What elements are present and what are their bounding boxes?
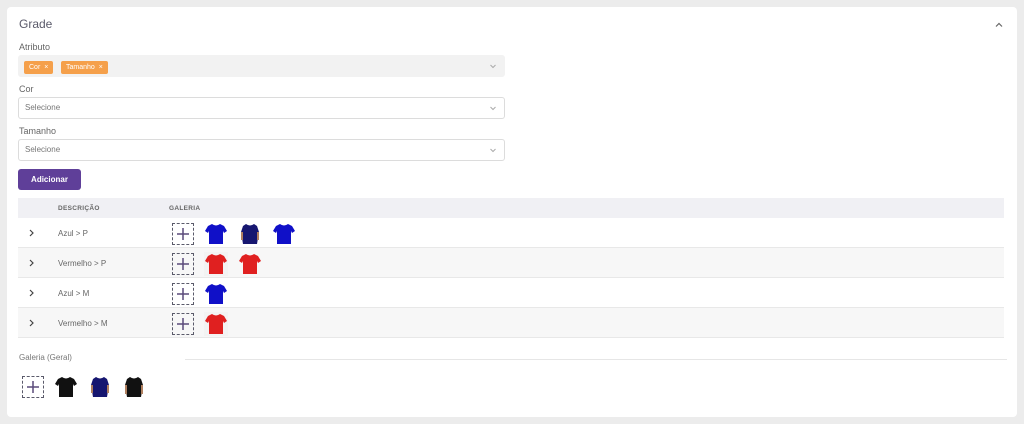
red-shirt-image[interactable] — [238, 252, 262, 276]
tag-tamanho: Tamanho × — [61, 61, 108, 74]
table-row: Azul > P — [18, 218, 1004, 248]
table-row: Vermelho > P — [18, 248, 1004, 278]
plus-icon — [177, 287, 189, 300]
row-description: Vermelho > M — [58, 319, 108, 328]
chevron-down-icon — [490, 106, 496, 111]
blue-shirt-image[interactable] — [204, 282, 228, 306]
table-header: DESCRIÇÃO GALERIA — [18, 198, 1004, 218]
remove-tag-icon[interactable]: × — [44, 64, 48, 71]
row-description: Azul > M — [58, 289, 90, 298]
black-shirt-image[interactable] — [122, 375, 146, 399]
tag-label: Cor — [29, 64, 41, 71]
general-gallery — [22, 375, 146, 399]
add-image-button[interactable] — [172, 282, 194, 305]
cor-select[interactable]: Selecione — [18, 97, 505, 119]
add-image-button[interactable] — [172, 312, 194, 335]
row-gallery — [172, 251, 262, 276]
chevron-right-icon[interactable] — [28, 289, 35, 297]
chevron-down-icon — [490, 64, 496, 69]
red-shirt-image[interactable] — [204, 311, 228, 336]
table-row: Azul > M — [18, 278, 1004, 308]
chevron-right-icon[interactable] — [28, 259, 35, 267]
navy-shirt-image[interactable] — [238, 222, 262, 246]
table-row: Vermelho > M — [18, 308, 1004, 338]
header-galeria: GALERIA — [169, 205, 201, 212]
section-title: Grade — [19, 17, 53, 31]
tag-cor: Cor × — [24, 61, 54, 74]
row-gallery — [172, 311, 228, 336]
blue-shirt-image[interactable] — [204, 222, 228, 246]
row-description: Azul > P — [58, 229, 89, 238]
chevron-down-icon — [490, 148, 496, 153]
black-shirt-image[interactable] — [54, 375, 78, 399]
variations-table: DESCRIÇÃO GALERIA Azul > P Vermelho > P — [18, 198, 1004, 338]
tamanho-placeholder: Selecione — [25, 145, 61, 154]
general-gallery-label: Galeria (Geral) — [19, 353, 72, 362]
header-descricao: DESCRIÇÃO — [58, 205, 100, 212]
add-image-button[interactable] — [22, 376, 44, 398]
cor-placeholder: Selecione — [25, 103, 61, 112]
chevron-right-icon[interactable] — [28, 229, 35, 237]
add-button[interactable]: Adicionar — [18, 169, 81, 190]
row-description: Vermelho > P — [58, 259, 107, 268]
plus-icon — [177, 227, 189, 240]
blue-shirt-image[interactable] — [272, 222, 296, 246]
navy-shirt-image[interactable] — [88, 375, 112, 399]
red-shirt-image[interactable] — [204, 251, 228, 276]
tag-label: Tamanho — [66, 64, 95, 71]
row-gallery — [172, 282, 228, 305]
plus-icon — [177, 317, 189, 330]
plus-icon — [27, 381, 39, 393]
plus-icon — [177, 257, 189, 270]
cor-label: Cor — [19, 84, 34, 94]
tamanho-label: Tamanho — [19, 126, 57, 136]
atributo-multiselect[interactable]: Cor × Tamanho × — [18, 55, 505, 77]
row-gallery — [172, 222, 296, 245]
chevron-right-icon[interactable] — [28, 319, 35, 327]
remove-tag-icon[interactable]: × — [99, 64, 103, 71]
chevron-up-icon[interactable] — [993, 19, 1005, 31]
grade-card: Grade Atributo Cor × Tamanho × Cor Selecio… — [7, 7, 1017, 417]
tamanho-select[interactable]: Selecione — [18, 139, 505, 161]
divider — [185, 359, 1007, 360]
add-image-button[interactable] — [172, 222, 194, 245]
add-image-button[interactable] — [172, 252, 194, 275]
atributo-label: Atributo — [19, 42, 51, 52]
